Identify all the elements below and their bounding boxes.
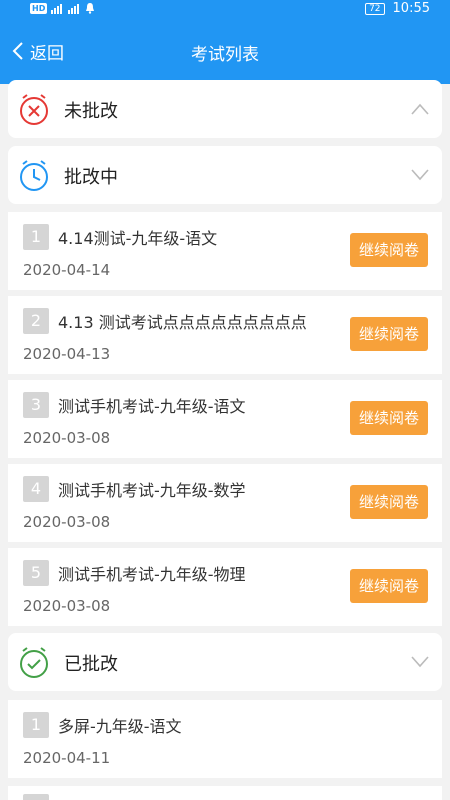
battery-icon: 72: [365, 3, 385, 15]
item-number: 5: [23, 560, 49, 586]
signal-icon: [51, 3, 63, 14]
continue-marking-button[interactable]: 继续阅卷: [350, 233, 428, 267]
list-item[interactable]: 2 4.13 测试考试点点点点点点点点点 2020-04-13 继续阅卷: [8, 296, 442, 374]
nav-bar: 返回 考试列表: [0, 18, 450, 84]
item-date: 2020-04-11: [23, 749, 111, 767]
list-item[interactable]: 1 4.14测试-九年级-语文 2020-04-14 继续阅卷: [8, 212, 442, 290]
status-right: 72 10:55: [365, 0, 430, 18]
list-item[interactable]: 1 多屏-九年级-语文 2020-04-11: [8, 700, 442, 778]
continue-marking-button[interactable]: 继续阅卷: [350, 317, 428, 351]
status-time: 10:55: [392, 1, 430, 16]
item-title: 多屏-九年级-语文: [58, 717, 182, 736]
list-item[interactable]: [8, 786, 442, 800]
item-date: 2020-04-13: [23, 345, 111, 363]
continue-marking-button[interactable]: 继续阅卷: [350, 485, 428, 519]
page-title: 考试列表: [191, 45, 259, 65]
item-number: 3: [23, 392, 49, 418]
item-title: 4.13 测试考试点点点点点点点点点: [58, 313, 306, 332]
item-title: 测试手机考试-九年级-物理: [58, 565, 246, 584]
item-date: 2020-03-08: [23, 513, 111, 531]
signal-4g-icon: [68, 3, 80, 14]
status-bar: HD 72 10:55: [0, 0, 450, 18]
list-item[interactable]: 3 测试手机考试-九年级-语文 2020-03-08 继续阅卷: [8, 380, 442, 458]
continue-marking-button[interactable]: 继续阅卷: [350, 569, 428, 603]
alarm-clock-check-icon: [20, 647, 48, 678]
item-number: 1: [23, 224, 49, 250]
chevron-down-icon[interactable]: [410, 655, 430, 669]
item-date: 2020-03-08: [23, 429, 111, 447]
item-number: 2: [23, 308, 49, 334]
hd-badge: HD: [30, 2, 48, 14]
section-unmarked[interactable]: 未批改: [8, 80, 442, 138]
section-label-unmarked: 未批改: [64, 101, 118, 122]
item-title: 测试手机考试-九年级-语文: [58, 397, 246, 416]
chevron-up-icon[interactable]: [410, 102, 430, 116]
item-title: 测试手机考试-九年级-数学: [58, 481, 246, 500]
list-item[interactable]: 5 测试手机考试-九年级-物理 2020-03-08 继续阅卷: [8, 548, 442, 626]
section-marking[interactable]: 批改中: [8, 146, 442, 204]
status-left: HD: [30, 2, 96, 14]
alarm-clock-cross-icon: [20, 94, 48, 125]
item-date: 2020-04-14: [23, 261, 111, 279]
continue-marking-button[interactable]: 继续阅卷: [350, 401, 428, 435]
item-date: 2020-03-08: [23, 597, 111, 615]
section-label-marked: 已批改: [64, 654, 118, 675]
section-marked[interactable]: 已批改: [8, 633, 442, 691]
section-label-marking: 批改中: [64, 167, 118, 188]
alarm-clock-icon: [20, 160, 48, 191]
item-number: 4: [23, 476, 49, 502]
item-title: 4.14测试-九年级-语文: [58, 229, 218, 248]
item-number: 1: [23, 712, 49, 738]
chevron-down-icon[interactable]: [410, 168, 430, 182]
notification-bell-icon: [86, 3, 95, 14]
list-item[interactable]: 4 测试手机考试-九年级-数学 2020-03-08 继续阅卷: [8, 464, 442, 542]
item-number: [23, 794, 49, 800]
